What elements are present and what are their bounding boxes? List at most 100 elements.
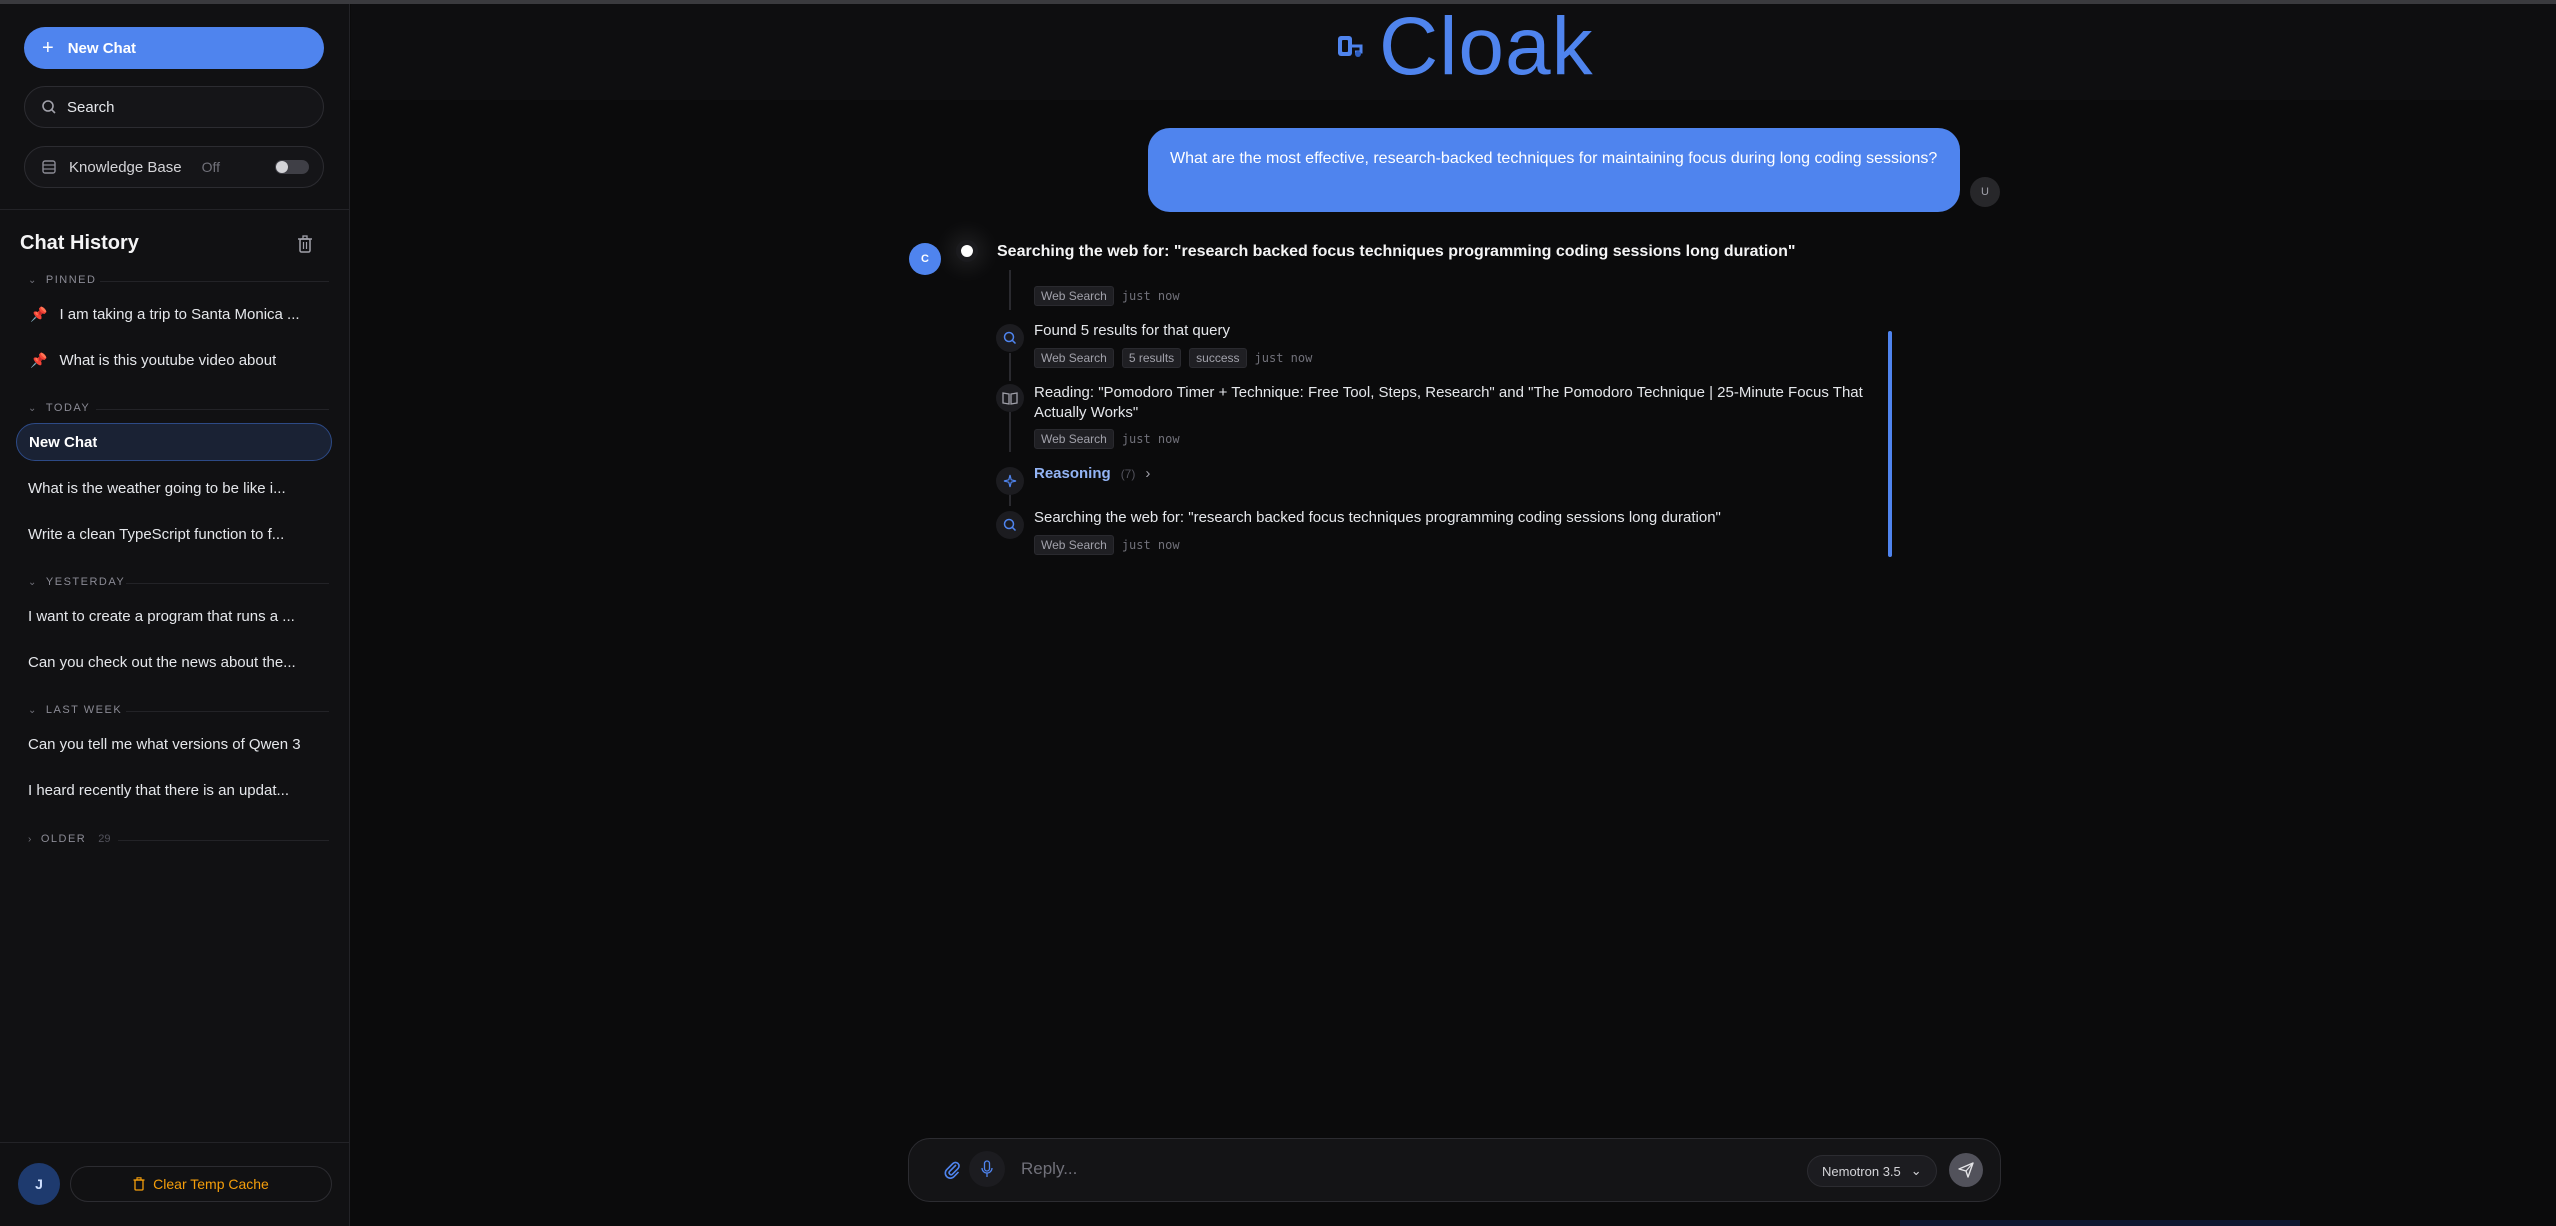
group-pinned-label: PINNED [45,274,97,286]
chat-item-title: I am taking a trip to Santa Monica ... [59,305,300,323]
pin-icon: 📌 [30,351,48,368]
new-chat-button[interactable]: + New Chat [24,27,324,69]
tag: success [1189,348,1247,368]
database-icon [42,160,56,174]
step-text: Searching the web for: "research backed … [1034,509,1721,526]
step-tags: Web Search 5 results success just now [1034,348,1312,368]
reasoning-toggle[interactable]: Reasoning (7) › [1034,465,1150,482]
book-icon [996,384,1024,412]
group-divider [126,583,329,584]
group-last-week[interactable]: ⌄ LAST WEEK [28,704,122,716]
search-icon [996,324,1024,352]
chat-item-pinned[interactable]: 📌 What is this youtube video about [16,341,332,379]
logo-text: Cloak [1379,1,1594,92]
reply-input[interactable]: Reply... [1021,1159,1077,1179]
chat-item[interactable]: Can you check out the news about the... [16,643,332,681]
group-yesterday-label: YESTERDAY [45,576,126,588]
chat-item-title: Can you tell me what versions of Qwen 3 [28,735,301,753]
chat-item-title: What is this youtube video about [59,351,277,369]
knowledge-base-row: Knowledge Base Off [24,146,324,188]
chat-item-title: I heard recently that there is an updat.… [28,781,289,799]
cloak-logo-icon [1338,36,1363,57]
chevron-down-icon: ⌄ [28,704,38,716]
knowledge-base-state: Off [201,159,221,175]
user-message: What are the most effective, research-ba… [1148,128,1960,212]
step-tags: Web Search just now [1034,535,1180,555]
chat-item[interactable]: Write a clean TypeScript function to f..… [16,515,332,553]
chevron-right-icon: › [28,833,33,845]
tag: 5 results [1121,348,1182,368]
timeline-connector [1009,353,1011,381]
clear-temp-cache-label: Clear Temp Cache [153,1176,269,1192]
chevron-down-icon: ⌄ [28,274,38,286]
timestamp: just now [1254,351,1313,365]
sparkle-icon [996,467,1024,495]
group-last-week-label: LAST WEEK [45,704,123,716]
pin-icon: 📌 [30,305,48,322]
send-button[interactable] [1949,1153,1983,1187]
group-older-label: OLDER [40,833,87,845]
search-input[interactable]: Search [24,86,324,128]
user-avatar[interactable]: J [18,1163,60,1205]
trash-icon[interactable] [296,234,314,254]
chat-history-title: Chat History [20,232,139,254]
chevron-right-icon: › [1145,465,1151,482]
chat-item-title: New Chat [29,433,98,451]
group-older-count: 29 [98,833,111,845]
search-icon [996,511,1024,539]
search-placeholder: Search [67,98,115,116]
group-divider [126,711,329,712]
user-avatar: U [1970,177,2000,207]
chat-item-pinned[interactable]: 📌 I am taking a trip to Santa Monica ... [16,295,332,333]
group-today[interactable]: ⌄ TODAY [28,402,90,414]
group-divider [118,840,329,841]
trash-icon [133,1177,145,1191]
chat-item[interactable]: Can you tell me what versions of Qwen 3 [16,725,332,763]
search-icon [42,100,56,114]
bottom-edge [1900,1220,2300,1226]
chat-item[interactable]: What is the weather going to be like i..… [16,469,332,507]
paperclip-icon[interactable] [943,1159,961,1179]
divider [0,1142,350,1143]
scroll-indicator [1888,331,1892,557]
chevron-down-icon: ⌄ [28,576,38,588]
model-name: Nemotron 3.5 [1822,1163,1901,1179]
step-tags: Web Search just now [1034,286,1180,306]
tag: Web Search [1034,535,1114,555]
chat-item-active[interactable]: New Chat [16,423,332,461]
clear-temp-cache-button[interactable]: Clear Temp Cache [70,1166,332,1202]
step-tags: Web Search just now [1034,429,1180,449]
reasoning-label: Reasoning [1034,465,1111,482]
chat-item-title: Can you check out the news about the... [28,653,296,671]
chat-item-title: What is the weather going to be like i..… [28,479,286,497]
model-selector[interactable]: Nemotron 3.5 ⌄ [1807,1155,1937,1187]
reasoning-count: (7) [1120,466,1136,481]
knowledge-base-label: Knowledge Base [69,158,182,176]
chevron-down-icon: ⌄ [28,402,38,414]
chevron-down-icon: ⌄ [1910,1163,1922,1178]
composer: Reply... Nemotron 3.5 ⌄ [908,1138,2001,1202]
group-older[interactable]: › OLDER 29 [28,833,111,845]
group-pinned[interactable]: ⌄ PINNED [28,274,96,286]
timestamp: just now [1121,538,1180,552]
tag: Web Search [1034,286,1114,306]
chat-item-title: I want to create a program that runs a .… [28,607,295,625]
assistant-status: Searching the web for: "research backed … [997,243,1796,260]
step-text: Reading: "Pomodoro Timer + Technique: Fr… [1034,384,1863,421]
app-logo: Cloak [1335,6,1594,88]
plus-icon: + [42,37,54,59]
timestamp: just now [1121,289,1180,303]
group-yesterday[interactable]: ⌄ YESTERDAY [28,576,125,588]
tag: Web Search [1034,348,1114,368]
new-chat-label: New Chat [67,39,137,57]
step-text: Found 5 results for that query [1034,322,1230,339]
group-divider [96,409,329,410]
assistant-avatar: C [909,243,941,275]
activity-indicator [956,240,978,262]
group-today-label: TODAY [45,402,91,414]
chat-item[interactable]: I want to create a program that runs a .… [16,597,332,635]
microphone-button[interactable] [969,1151,1005,1187]
chat-item[interactable]: I heard recently that there is an updat.… [16,771,332,809]
knowledge-base-toggle[interactable] [275,160,309,174]
sidebar: + New Chat Search Knowledge Base Off Cha… [0,4,350,1226]
